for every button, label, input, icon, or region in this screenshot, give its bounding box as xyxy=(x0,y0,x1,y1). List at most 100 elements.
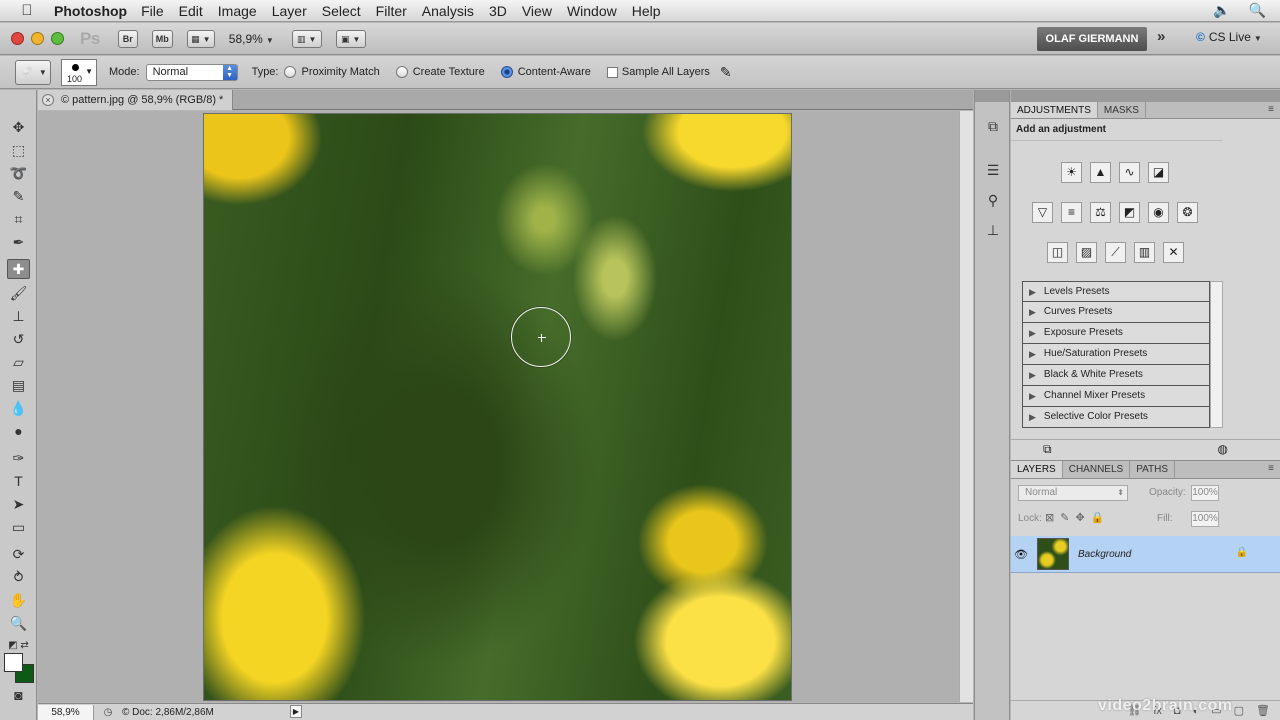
hue-saturation-icon[interactable]: ≡ xyxy=(1061,202,1082,223)
menu-filter[interactable]: Filter xyxy=(376,3,407,19)
brush-panel-icon[interactable]: ☰ xyxy=(983,160,1003,180)
posterize-icon[interactable]: ▨ xyxy=(1076,242,1097,263)
minimize-window-icon[interactable] xyxy=(31,32,44,45)
trash-icon[interactable]: 🗑 xyxy=(1256,704,1270,717)
zoom-window-icon[interactable] xyxy=(51,32,64,45)
vertical-scrollbar[interactable] xyxy=(959,111,973,702)
volume-icon[interactable]: 🔈 xyxy=(1213,2,1230,19)
apple-icon[interactable]:  xyxy=(0,2,54,19)
menu-select[interactable]: Select xyxy=(322,3,361,19)
clone-stamp-tool-icon[interactable]: ⊥ xyxy=(7,306,30,326)
cs-live-button[interactable]: © CS Live ▼ xyxy=(1196,30,1262,44)
quick-mask-icon[interactable]: ◙ xyxy=(7,685,30,705)
marquee-tool-icon[interactable]: ⬚ xyxy=(7,140,30,160)
document-tab[interactable]: × © pattern.jpg @ 58,9% (RGB/8) * xyxy=(38,90,233,110)
preset-hue-saturation[interactable]: ▶ Hue/Saturation Presets xyxy=(1022,344,1210,365)
clone-source-panel-icon[interactable]: ⊥ xyxy=(983,220,1003,240)
layer-row-background[interactable]: 👁 Background 🔒 xyxy=(1011,536,1280,573)
close-document-icon[interactable]: × xyxy=(42,94,54,106)
exposure-icon[interactable]: ◪ xyxy=(1148,162,1169,183)
lock-all-icon[interactable]: 🔒 xyxy=(1091,511,1105,524)
rectangle-tool-icon[interactable]: ▭ xyxy=(7,517,30,537)
pressure-size-button[interactable]: ✎ xyxy=(720,64,732,81)
return-to-list-icon[interactable]: ⧉ xyxy=(1043,442,1052,457)
launch-bridge-button[interactable]: Br xyxy=(117,29,138,48)
hand-tool-icon[interactable]: ✋ xyxy=(7,590,30,610)
gradient-tool-icon[interactable]: ▤ xyxy=(7,375,30,395)
fill-field[interactable]: 100% xyxy=(1191,511,1219,527)
type-tool-icon[interactable]: T xyxy=(7,471,30,491)
presets-scrollbar[interactable] xyxy=(1210,281,1223,428)
lock-image-icon[interactable]: ✎ xyxy=(1060,511,1069,524)
sample-all-layers-checkbox[interactable]: Sample All Layers xyxy=(606,66,710,78)
black-white-icon[interactable]: ◩ xyxy=(1119,202,1140,223)
preset-black-white[interactable]: ▶ Black & White Presets xyxy=(1022,365,1210,386)
quick-selection-tool-icon[interactable]: ✎ xyxy=(7,186,30,206)
brush-presets-panel-icon[interactable]: ⚲ xyxy=(983,190,1003,210)
more-workspaces-button[interactable]: » xyxy=(1157,28,1165,45)
lock-transparent-icon[interactable]: ⊠ xyxy=(1045,511,1054,524)
tool-preset-picker[interactable]: 🩹 ▼ xyxy=(15,59,51,85)
tab-layers[interactable]: LAYERS xyxy=(1011,461,1063,478)
preset-curves[interactable]: ▶ Curves Presets xyxy=(1022,302,1210,323)
zoom-level-dropdown[interactable]: 58,9% ▼ xyxy=(229,32,274,46)
color-balance-icon[interactable]: ⚖ xyxy=(1090,202,1111,223)
tab-masks[interactable]: MASKS xyxy=(1098,102,1146,118)
3d-rotate-tool-icon[interactable]: ⟳ xyxy=(7,544,30,564)
preset-levels[interactable]: ▶ Levels Presets xyxy=(1022,281,1210,302)
foreground-color-swatch[interactable] xyxy=(4,653,23,672)
spot-healing-brush-tool-icon[interactable]: ✚ xyxy=(7,259,30,279)
preset-channel-mixer[interactable]: ▶ Channel Mixer Presets xyxy=(1022,386,1210,407)
pen-tool-icon[interactable]: ✑ xyxy=(7,448,30,468)
crop-tool-icon[interactable]: ⌗ xyxy=(7,209,30,229)
selective-color-icon[interactable]: ✕ xyxy=(1163,242,1184,263)
history-brush-tool-icon[interactable]: ↺ xyxy=(7,329,30,349)
menu-layer[interactable]: Layer xyxy=(272,3,307,19)
status-info-menu-button[interactable]: ▶ xyxy=(290,705,302,718)
tab-adjustments[interactable]: ADJUSTMENTS xyxy=(1011,102,1098,118)
panel-collapse-bar[interactable] xyxy=(1011,90,1280,102)
eyedropper-tool-icon[interactable]: ✒ xyxy=(7,232,30,252)
threshold-icon[interactable]: ⟋ xyxy=(1105,242,1126,263)
spotlight-search-icon[interactable]: 🔍 xyxy=(1249,2,1266,19)
clip-presets-icon[interactable]: ◍ xyxy=(1218,442,1228,456)
blend-mode-select[interactable]: Normal ⬍ xyxy=(1018,485,1128,501)
brush-tool-icon[interactable]: 🖌 xyxy=(7,283,30,303)
channel-mixer-icon[interactable]: ❂ xyxy=(1177,202,1198,223)
history-panel-icon[interactable]: ⧉ xyxy=(983,116,1003,136)
mode-select[interactable]: Normal ▲ ▼ xyxy=(145,63,238,81)
levels-icon[interactable]: ▲ xyxy=(1090,162,1111,183)
lock-position-icon[interactable]: ✥ xyxy=(1075,511,1084,524)
3d-orbit-tool-icon[interactable]: ⥁ xyxy=(7,567,30,587)
path-selection-tool-icon[interactable]: ➤ xyxy=(7,494,30,514)
gradient-map-icon[interactable]: ▥ xyxy=(1134,242,1155,263)
brightness-contrast-icon[interactable]: ☀ xyxy=(1061,162,1082,183)
dock-collapse-bar[interactable] xyxy=(975,90,1009,102)
type-proximity-match-radio[interactable]: Proximity Match xyxy=(284,66,380,78)
layers-panel-menu-icon[interactable]: ≡ xyxy=(1268,463,1274,474)
app-name-menu[interactable]: Photoshop xyxy=(54,3,127,19)
menu-image[interactable]: Image xyxy=(218,3,257,19)
visibility-eye-icon[interactable]: 👁 xyxy=(1011,548,1031,561)
menu-view[interactable]: View xyxy=(522,3,552,19)
menu-window[interactable]: Window xyxy=(567,3,617,19)
opacity-field[interactable]: 100% xyxy=(1191,485,1219,501)
lasso-tool-icon[interactable]: ➰ xyxy=(7,163,30,183)
new-layer-icon[interactable]: ▢ xyxy=(1234,704,1244,717)
status-zoom-field[interactable]: 58,9% xyxy=(38,704,94,720)
blur-tool-icon[interactable]: 💧 xyxy=(7,398,30,418)
view-extras-button[interactable]: ▦ ▼ xyxy=(186,29,215,48)
type-content-aware-radio[interactable]: Content-Aware xyxy=(500,66,591,78)
curves-icon[interactable]: ∿ xyxy=(1119,162,1140,183)
preset-exposure[interactable]: ▶ Exposure Presets xyxy=(1022,323,1210,344)
menu-help[interactable]: Help xyxy=(632,3,661,19)
launch-mini-bridge-button[interactable]: Mb xyxy=(151,29,173,48)
preset-selective-color[interactable]: ▶ Selective Color Presets xyxy=(1022,407,1210,428)
menu-file[interactable]: File xyxy=(141,3,164,19)
menu-3d[interactable]: 3D xyxy=(489,3,507,19)
menu-analysis[interactable]: Analysis xyxy=(422,3,474,19)
tab-paths[interactable]: PATHS xyxy=(1130,461,1176,478)
vibrance-icon[interactable]: ▽ xyxy=(1032,202,1053,223)
document-canvas-image[interactable] xyxy=(203,113,792,701)
panel-menu-icon[interactable]: ≡ xyxy=(1268,104,1274,115)
